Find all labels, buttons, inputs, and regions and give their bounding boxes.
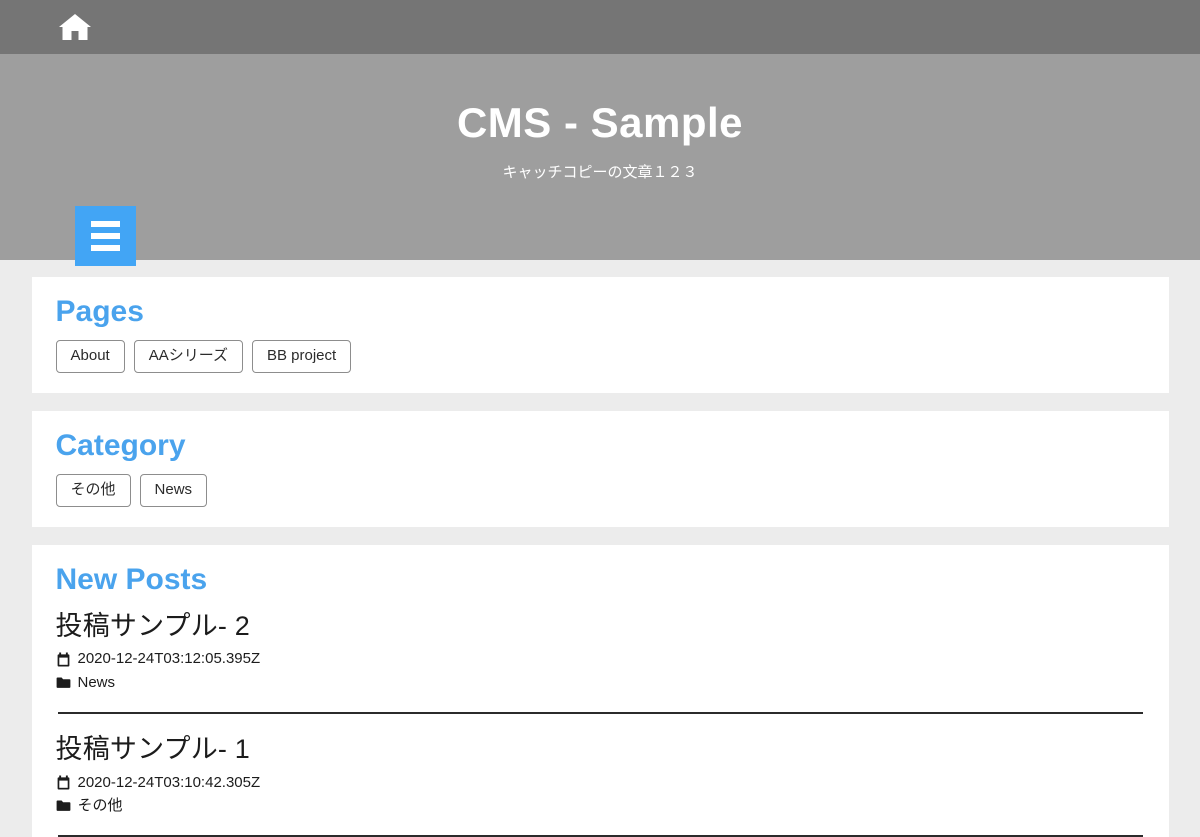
page-link-bb-project[interactable]: BB project bbox=[251, 339, 352, 373]
hamburger-icon-bar bbox=[91, 245, 120, 251]
home-icon bbox=[58, 12, 92, 42]
post-item[interactable]: 投稿サンプル- 1 2020-12-24T03:10:42.305Z その他 bbox=[56, 731, 1145, 816]
post-category: News bbox=[77, 673, 116, 691]
main-content: Pages About AAシリーズ BB project Category そ… bbox=[0, 277, 1200, 837]
hero-banner: CMS - Sample キャッチコピーの文章１２３ bbox=[0, 54, 1200, 266]
page-tagline: キャッチコピーの文章１２３ bbox=[502, 164, 698, 181]
post-title[interactable]: 投稿サンプル- 1 bbox=[56, 733, 1145, 767]
hamburger-icon-bar bbox=[91, 233, 120, 239]
category-section-title: Category bbox=[55, 429, 186, 462]
post-item[interactable]: 投稿サンプル- 2 2020-12-24T03:12:05.395Z News bbox=[56, 608, 1145, 693]
post-date: 2020-12-24T03:10:42.305Z bbox=[77, 773, 261, 791]
page-title: CMS - Sample bbox=[456, 99, 744, 146]
pages-list: About AAシリーズ BB project bbox=[55, 339, 1145, 373]
category-list: その他 News bbox=[55, 473, 1145, 507]
calendar-icon bbox=[56, 775, 71, 790]
category-link-other[interactable]: その他 bbox=[55, 473, 131, 507]
home-link[interactable] bbox=[58, 12, 92, 42]
hamburger-icon-bar bbox=[91, 221, 120, 227]
post-category-row: News bbox=[56, 673, 1145, 693]
pages-card: Pages About AAシリーズ BB project bbox=[31, 277, 1169, 393]
category-card: Category その他 News bbox=[31, 411, 1169, 527]
page-link-aa-series[interactable]: AAシリーズ bbox=[133, 339, 243, 373]
new-posts-card: New Posts 投稿サンプル- 2 2020-12-24T03:12:05.… bbox=[31, 545, 1169, 837]
post-date-row: 2020-12-24T03:10:42.305Z bbox=[56, 773, 1145, 793]
hamburger-menu-button[interactable] bbox=[75, 206, 136, 266]
folder-icon bbox=[56, 675, 71, 690]
top-navbar bbox=[0, 0, 1200, 54]
category-link-news[interactable]: News bbox=[139, 473, 208, 507]
post-title[interactable]: 投稿サンプル- 2 bbox=[56, 610, 1145, 644]
new-posts-section-title: New Posts bbox=[55, 563, 208, 596]
post-date-row: 2020-12-24T03:12:05.395Z bbox=[56, 649, 1145, 669]
page-link-about[interactable]: About bbox=[55, 339, 125, 373]
post-date: 2020-12-24T03:12:05.395Z bbox=[77, 650, 261, 668]
post-divider bbox=[57, 711, 1143, 714]
pages-section-title: Pages bbox=[55, 295, 144, 328]
calendar-icon bbox=[56, 652, 71, 667]
